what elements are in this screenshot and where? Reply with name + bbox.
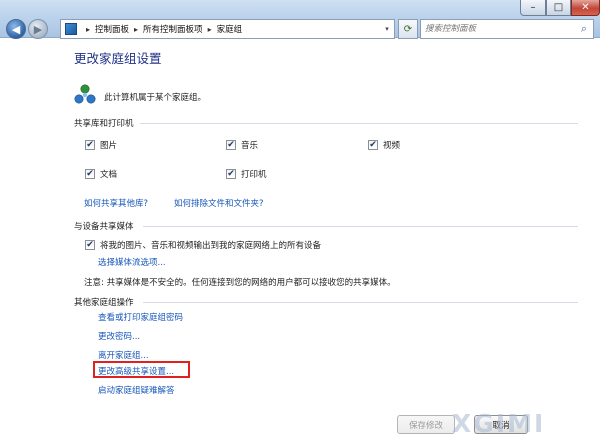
breadcrumb-separator-icon[interactable]: ▸ xyxy=(208,25,212,34)
printers-label: 打印机 xyxy=(241,170,267,180)
highlight-box xyxy=(93,361,190,378)
documents-label: 文档 xyxy=(100,170,118,180)
section-divider xyxy=(143,302,578,303)
watermark-logo: XGIMI xyxy=(452,409,546,438)
breadcrumb-separator-icon: ▸ xyxy=(86,24,91,34)
homegroup-icon xyxy=(74,84,96,104)
exclude-files-link[interactable]: 如何排除文件和文件夹? xyxy=(174,197,264,209)
libraries-heading: 共享库和打印机 xyxy=(74,119,134,129)
refresh-icon: ⟳ xyxy=(403,23,413,35)
address-dropdown-icon[interactable]: ▾ xyxy=(380,25,394,33)
refresh-button[interactable]: ⟳ xyxy=(398,19,418,39)
videos-checkbox[interactable]: ✔ xyxy=(368,140,378,150)
forward-button[interactable]: ▶ xyxy=(28,19,48,39)
save-changes-button[interactable]: 保存修改 xyxy=(397,415,455,434)
close-icon: ✕ xyxy=(581,2,590,13)
minimize-icon: – xyxy=(530,2,536,13)
share-other-libraries-link[interactable]: 如何共享其他库? xyxy=(84,197,148,209)
printers-checkbox[interactable]: ✔ xyxy=(226,169,236,179)
back-button[interactable]: ◀ xyxy=(6,19,26,39)
music-checkbox-row[interactable]: ✔ 音乐 xyxy=(226,139,258,151)
section-divider xyxy=(140,123,578,124)
pictures-checkbox[interactable]: ✔ xyxy=(85,140,95,150)
pictures-label: 图片 xyxy=(100,141,118,151)
view-print-password-link[interactable]: 查看或打印家庭组密码 xyxy=(98,311,183,323)
troubleshoot-homegroup-link[interactable]: 启动家庭组疑难解答 xyxy=(98,384,175,396)
close-button[interactable]: ✕ xyxy=(571,0,600,16)
minimize-button[interactable]: – xyxy=(520,0,546,16)
documents-checkbox[interactable]: ✔ xyxy=(85,169,95,179)
breadcrumb-item-control-panel[interactable]: 控制面板 xyxy=(95,23,129,35)
maximize-button[interactable]: □ xyxy=(546,0,571,16)
documents-checkbox-row[interactable]: ✔ 文档 xyxy=(85,168,117,180)
search-input[interactable] xyxy=(421,20,575,38)
media-security-note: 注意: 共享媒体是不安全的。任何连接到您的网络的用户都可以接收您的共享媒体。 xyxy=(84,278,396,288)
music-checkbox[interactable]: ✔ xyxy=(226,140,236,150)
section-divider xyxy=(143,226,578,227)
videos-label: 视频 xyxy=(383,141,401,151)
stream-media-checkbox[interactable]: ✔ xyxy=(85,240,95,250)
search-box[interactable]: ⌕ xyxy=(420,19,594,39)
back-arrow-icon: ◀ xyxy=(11,22,21,36)
control-panel-icon xyxy=(65,23,77,35)
breadcrumb-item-all-items[interactable]: 所有控制面板项 xyxy=(143,23,203,35)
media-stream-options-link[interactable]: 选择媒体流选项... xyxy=(98,256,166,268)
maximize-icon: □ xyxy=(553,2,564,13)
pictures-checkbox-row[interactable]: ✔ 图片 xyxy=(85,139,117,151)
search-icon[interactable]: ⌕ xyxy=(575,22,593,36)
other-actions-heading: 其他家庭组操作 xyxy=(74,298,134,308)
media-heading: 与设备共享媒体 xyxy=(74,222,134,232)
membership-text: 此计算机属于某个家庭组。 xyxy=(104,93,207,103)
printers-checkbox-row[interactable]: ✔ 打印机 xyxy=(226,168,267,180)
videos-checkbox-row[interactable]: ✔ 视频 xyxy=(368,139,400,151)
stream-media-checkbox-row[interactable]: ✔ 将我的图片、音乐和视频输出到我的家庭网络上的所有设备 xyxy=(85,239,321,251)
address-bar[interactable]: ▸ 控制面板 ▸ 所有控制面板项 ▸ 家庭组 ▾ xyxy=(60,19,395,39)
breadcrumb-item-homegroup[interactable]: 家庭组 xyxy=(217,23,243,35)
breadcrumb-separator-icon[interactable]: ▸ xyxy=(134,25,138,34)
title-bar: – □ ✕ ◀ ▶ ▸ 控制面板 ▸ 所有控制面板项 ▸ 家庭组 ▾ ⟳ ⌕ xyxy=(0,0,600,39)
music-label: 音乐 xyxy=(241,141,259,151)
content-pane: 更改家庭组设置 此计算机属于某个家庭组。 共享库和打印机 ✔ 图片 ✔ 音乐 ✔… xyxy=(0,39,600,445)
page-title: 更改家庭组设置 xyxy=(74,51,162,66)
stream-media-label: 将我的图片、音乐和视频输出到我的家庭网络上的所有设备 xyxy=(100,241,322,251)
forward-arrow-icon: ▶ xyxy=(33,22,43,36)
leave-homegroup-link[interactable]: 离开家庭组... xyxy=(98,349,149,361)
change-password-link[interactable]: 更改密码... xyxy=(98,330,140,342)
